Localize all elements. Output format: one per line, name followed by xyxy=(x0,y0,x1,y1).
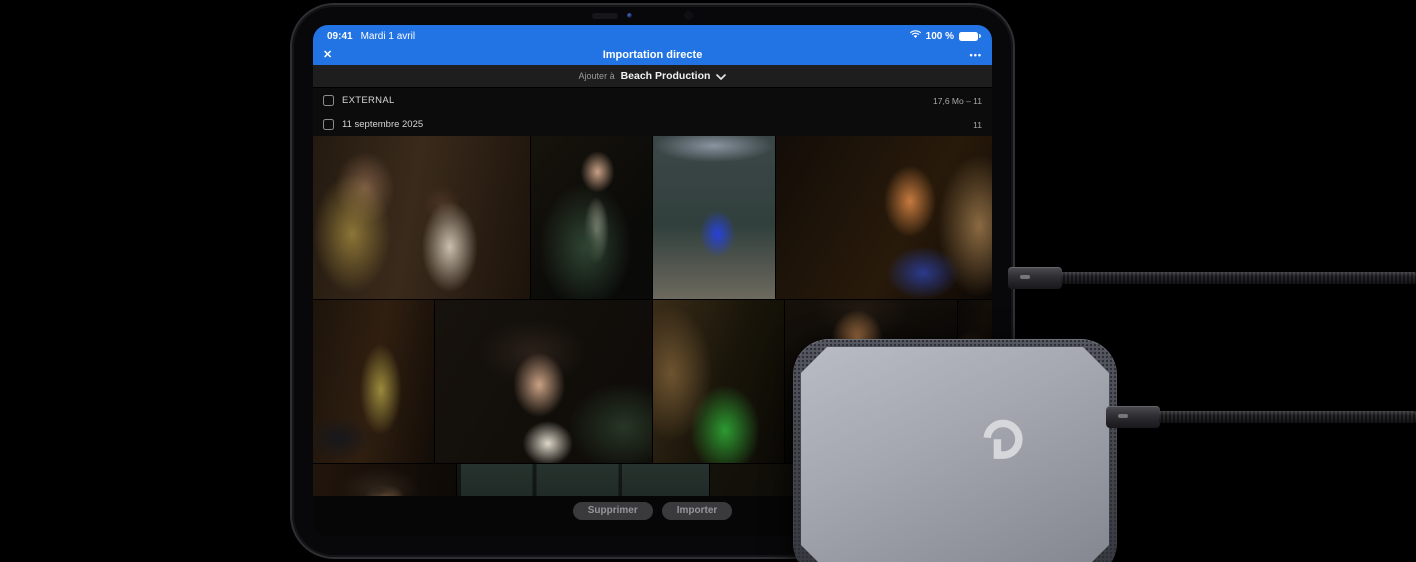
external-checkbox[interactable] xyxy=(323,95,334,106)
photo-thumbnail[interactable] xyxy=(313,464,456,496)
wifi-icon xyxy=(909,30,921,42)
date-group-row: 11 septembre 2025 11 xyxy=(313,113,992,136)
date-label: 11 septembre 2025 xyxy=(342,119,424,130)
photo-thumbnail[interactable] xyxy=(531,136,652,299)
add-to-label: Ajouter à xyxy=(578,71,615,81)
source-row-external: EXTERNAL 17,6 Mo – 11 xyxy=(313,88,992,113)
photo-thumbnail[interactable] xyxy=(653,136,775,299)
front-camera-icon xyxy=(627,13,632,18)
photo-thumbnail[interactable] xyxy=(435,300,652,463)
cable-wire xyxy=(1159,411,1416,423)
cable-wire xyxy=(1061,272,1416,284)
delete-button[interactable]: Supprimer xyxy=(572,502,653,520)
usb-c-cable-ipad xyxy=(1008,267,1416,291)
portable-ssd-drive xyxy=(793,339,1117,562)
chevron-down-icon[interactable] xyxy=(716,67,727,85)
source-size-count: 17,6 Mo – 11 xyxy=(933,95,982,106)
bezel-camera-dot xyxy=(684,11,693,20)
bezel-sensor xyxy=(592,13,618,19)
usb-c-cable-drive xyxy=(1106,406,1416,430)
status-bar: 09:41 Mardi 1 avril 100 % xyxy=(313,25,992,45)
drive-faceplate xyxy=(801,347,1109,562)
usb-c-connector-icon xyxy=(1106,406,1160,428)
source-label: EXTERNAL xyxy=(342,95,395,106)
status-time: 09:41 xyxy=(327,30,353,42)
album-dropdown[interactable]: Beach Production xyxy=(621,70,711,82)
title-bar: ✕ Importation directe ••• xyxy=(313,45,992,65)
add-to-bar: Ajouter à Beach Production xyxy=(313,65,992,88)
battery-percentage: 100 % xyxy=(925,30,954,42)
photo-thumbnail[interactable] xyxy=(313,136,530,299)
date-count: 11 xyxy=(973,119,982,130)
import-button[interactable]: Importer xyxy=(661,502,733,520)
usb-c-connector-icon xyxy=(1008,267,1062,289)
status-date: Mardi 1 avril xyxy=(360,30,416,42)
page-title: Importation directe xyxy=(602,49,703,61)
scene: 09:41 Mardi 1 avril 100 % ✕ Importation … xyxy=(0,0,1416,562)
photo-thumbnail[interactable] xyxy=(313,300,434,463)
battery-icon xyxy=(959,31,981,41)
g-drive-logo-icon xyxy=(975,415,1031,471)
date-checkbox[interactable] xyxy=(323,119,334,130)
photo-thumbnail[interactable] xyxy=(457,464,709,496)
photo-thumbnail[interactable] xyxy=(653,300,784,463)
photo-thumbnail[interactable] xyxy=(776,136,992,299)
